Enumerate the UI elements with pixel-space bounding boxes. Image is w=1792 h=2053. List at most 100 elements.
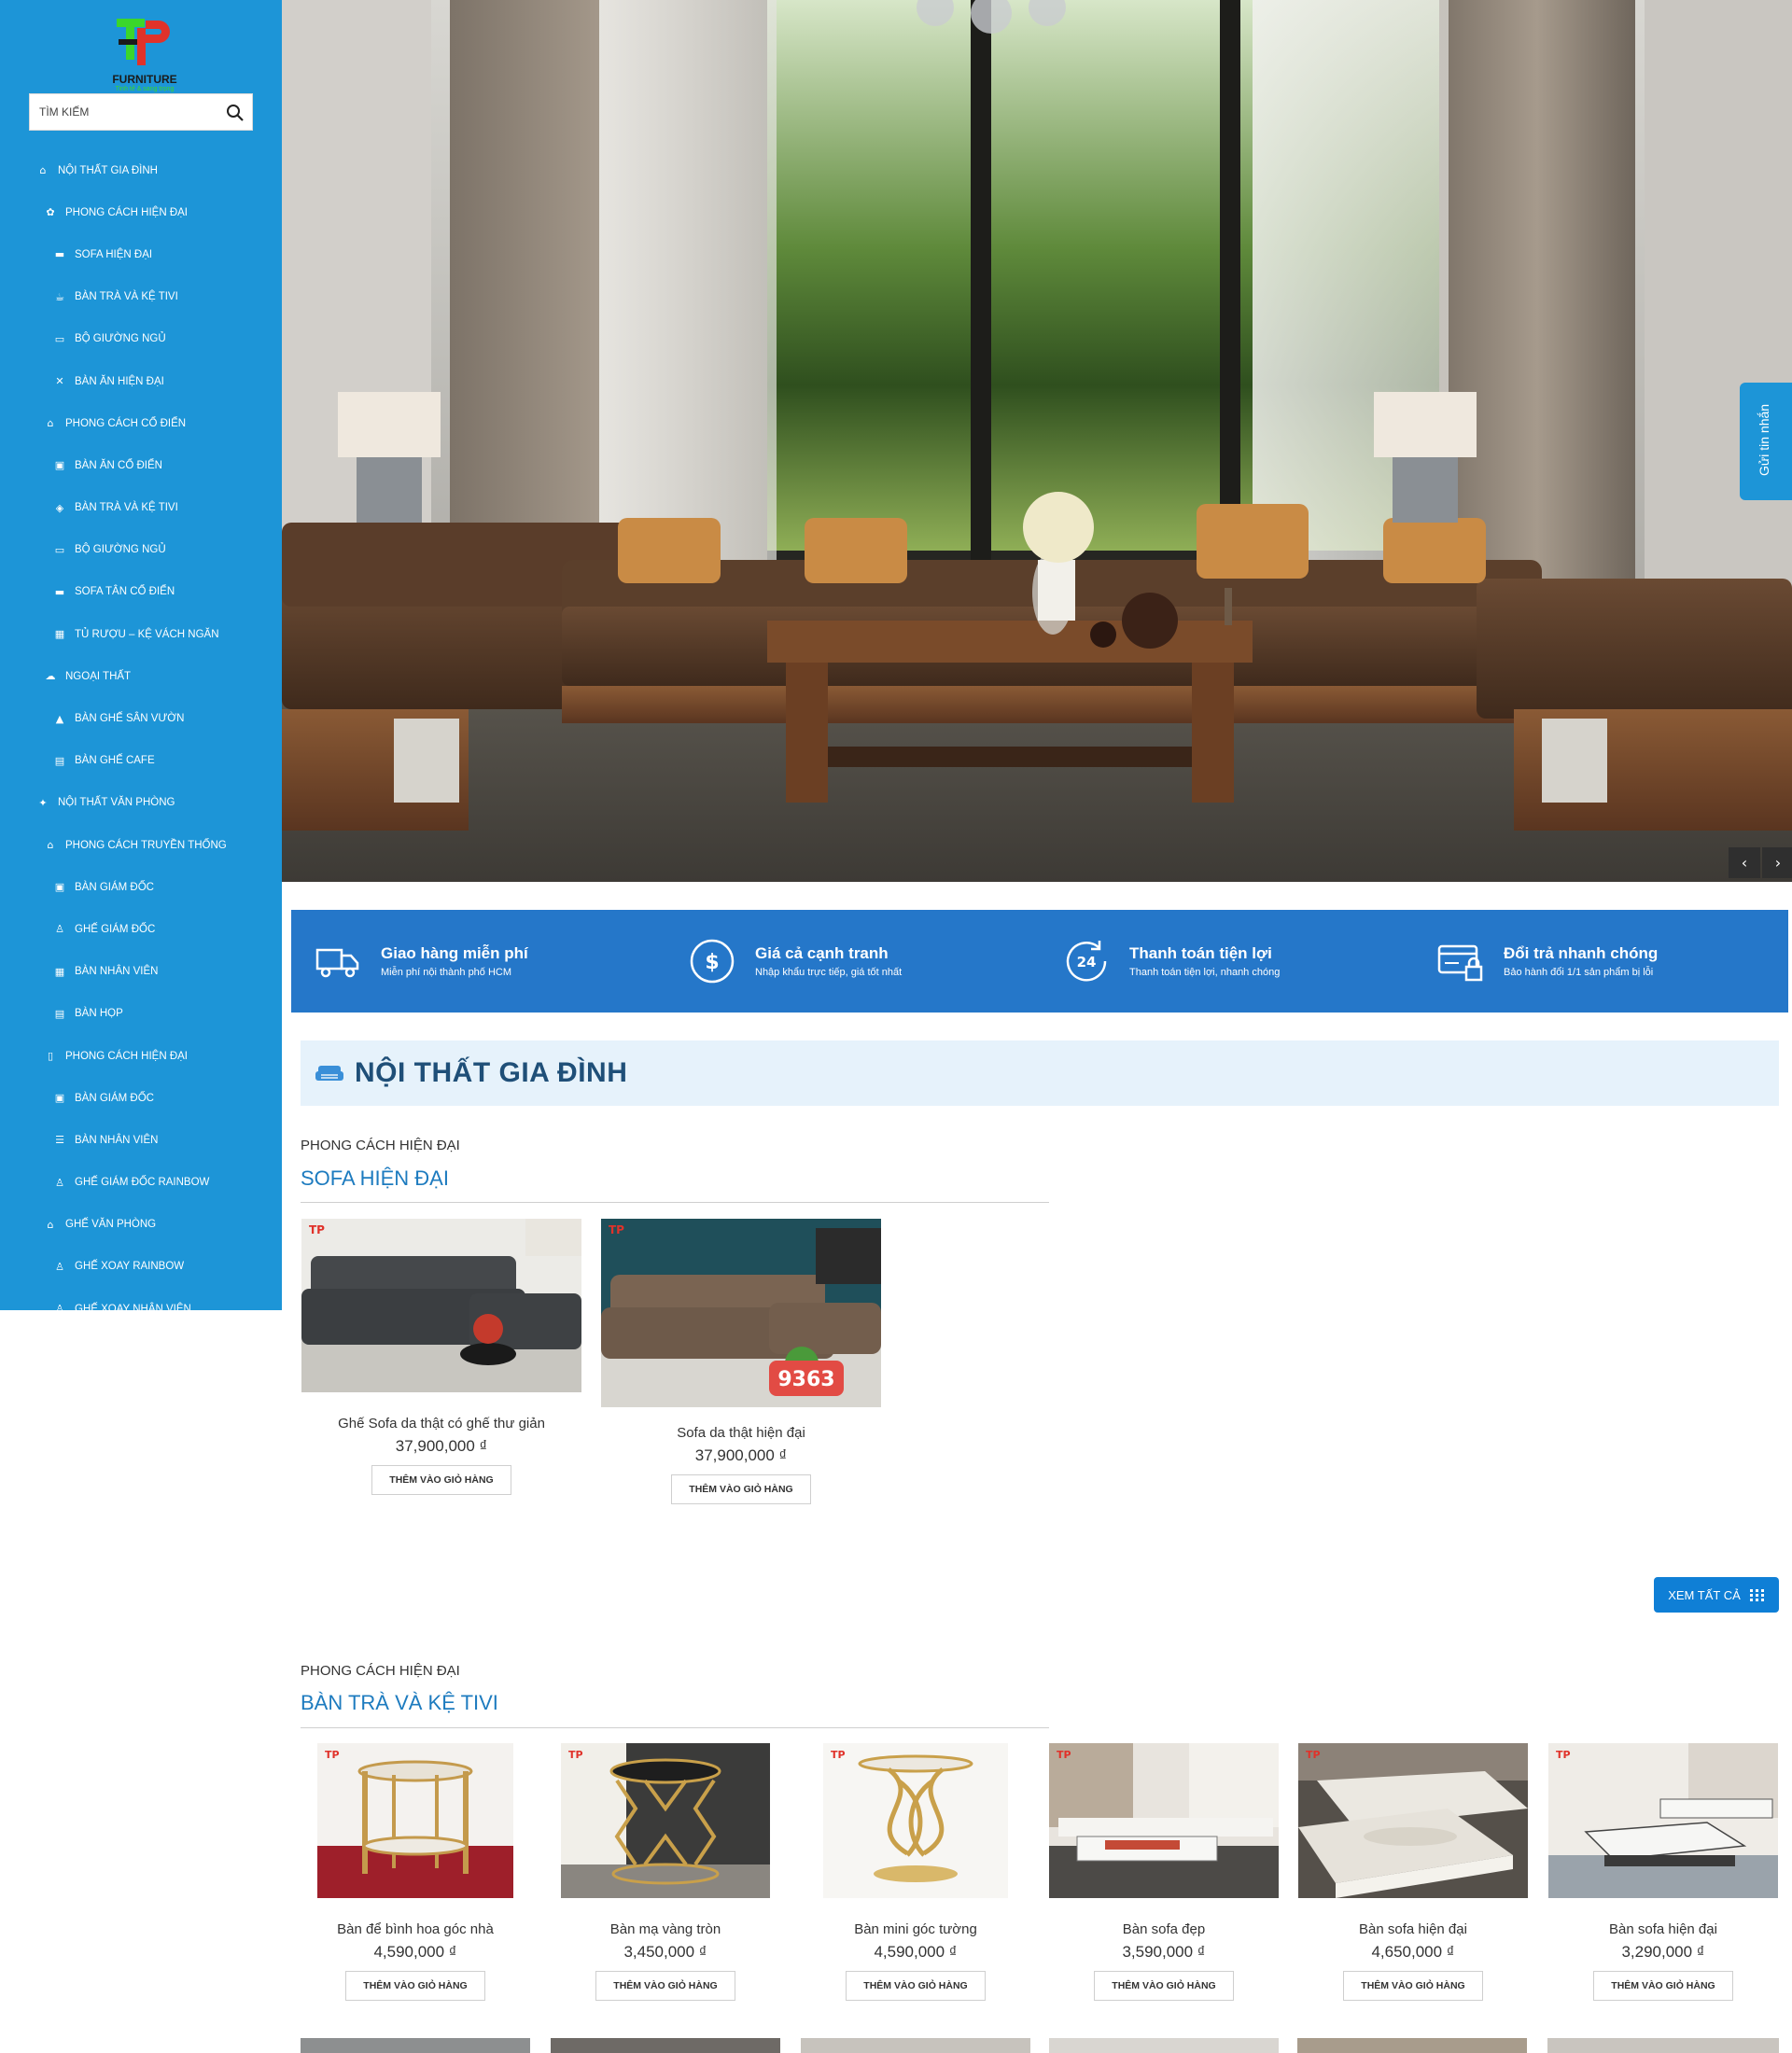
add-to-cart-button[interactable]: Thêm vào giỏ hàng: [846, 1971, 986, 2001]
sidebar-item[interactable]: ⌂ Phong cách cổ điển: [0, 402, 282, 444]
product-price: 3,590,000 ₫: [1122, 1943, 1206, 1961]
sidebar-item-label: Nội thất văn phòng: [58, 797, 175, 809]
product-image[interactable]: 9363 TP: [601, 1219, 881, 1407]
product-image[interactable]: TP: [317, 1743, 513, 1898]
sidebar-item[interactable]: ♙ Ghế xoay rainbow: [0, 1246, 282, 1288]
product-card[interactable]: 9363 TP Sofa da thật hiện đại 37,900,000…: [600, 1219, 882, 1504]
feature-competitive-price: $ Giá cả cạnh tranh Nhập khẩu trực tiếp,…: [665, 910, 1040, 1013]
chat-tab[interactable]: Gửi tin nhắn: [1740, 383, 1792, 500]
sidebar-item[interactable]: ☁ Ngoại thất: [0, 655, 282, 697]
product-image-partial: [1297, 2038, 1527, 2053]
feature-desc: Thanh toán tiện lợi, nhanh chóng: [1129, 967, 1281, 978]
sofa-section-icon: [315, 1066, 343, 1081]
search-box: [29, 93, 253, 131]
product-image[interactable]: TP: [561, 1743, 770, 1898]
sidebar-item[interactable]: ▬ Sofa hiện đại: [0, 233, 282, 275]
sidebar-item[interactable]: ▲ Bàn ghế sân vườn: [0, 697, 282, 739]
sidebar-item[interactable]: ▭ Bộ giường ngủ: [0, 318, 282, 360]
product-price: 3,290,000 ₫: [1621, 1943, 1705, 1961]
add-to-cart-button[interactable]: Thêm vào giỏ hàng: [671, 1474, 811, 1504]
product-name[interactable]: Sofa da thật hiện đại: [600, 1425, 882, 1441]
sidebar-item[interactable]: ▬ Sofa tân cổ điển: [0, 571, 282, 613]
feature-returns: Đổi trả nhanh chóng Bảo hành đổi 1/1 sản…: [1414, 910, 1788, 1013]
sidebar-item[interactable]: ▭ Bộ giường ngủ: [0, 529, 282, 571]
feature-desc: Miễn phí nội thành phố HCM: [381, 967, 512, 978]
sidebar-item[interactable]: ▦ Bàn nhân viên: [0, 951, 282, 993]
feature-title: Thanh toán tiện lợi: [1129, 944, 1272, 962]
product-image[interactable]: TP: [1049, 1743, 1279, 1898]
sidebar-item[interactable]: ☰ Bàn nhân viên: [0, 1119, 282, 1161]
product-name[interactable]: Bàn sofa hiện đại: [1297, 1921, 1529, 1937]
sidebar-item[interactable]: ♙ Ghế giám đốc rainbow: [0, 1162, 282, 1204]
sidebar-item[interactable]: ▯ Phong cách hiện đại: [0, 1035, 282, 1077]
product-card[interactable]: TP Bàn mạ vàng tròn 3,450,000 ₫ Thêm vào…: [551, 1743, 780, 2001]
hero-prev-button[interactable]: ‹: [1729, 847, 1760, 878]
sidebar-item-label: Bộ giường ngủ: [75, 544, 166, 556]
style-icon: ✿: [46, 206, 55, 219]
product-card[interactable]: TP Bàn để bình hoa góc nhà 4,590,000 ₫ T…: [301, 1743, 530, 2001]
sidebar-item[interactable]: ▦ Tủ rượu – kệ vách ngăn: [0, 613, 282, 655]
add-to-cart-button[interactable]: Thêm vào giỏ hàng: [345, 1971, 485, 2001]
sidebar-item[interactable]: ♙ Ghế xoay nhân viên: [0, 1288, 282, 1310]
product-card[interactable]: TP Ghế Sofa da thật có ghế thư giản 37,9…: [301, 1219, 582, 1495]
add-to-cart-button[interactable]: Thêm vào giỏ hàng: [1593, 1971, 1733, 2001]
product-image[interactable]: TP: [301, 1219, 581, 1392]
svg-text:TP: TP: [568, 1749, 583, 1761]
product-name[interactable]: Ghế Sofa da thật có ghế thư giản: [301, 1416, 582, 1432]
category-title[interactable]: Bàn trà và kệ tivi: [301, 1691, 498, 1715]
product-image[interactable]: TP: [1548, 1743, 1778, 1898]
modern-icon: ▯: [47, 1050, 54, 1063]
product-card[interactable]: TP Bàn sofa đẹp 3,590,000 ₫ Thêm vào giỏ…: [1049, 1743, 1279, 2001]
sidebar-item[interactable]: ▣ Bàn ăn cổ điển: [0, 444, 282, 486]
product-card[interactable]: TP Bàn sofa hiện đại 4,650,000 ₫ Thêm và…: [1297, 1743, 1529, 2001]
tea-icon: ☕: [55, 290, 64, 303]
sidebar-item-label: Bàn trà và kệ tivi: [75, 502, 178, 514]
logo[interactable]: FURNITURE Tinh tế & sang trọng: [98, 13, 191, 92]
add-to-cart-button[interactable]: Thêm vào giỏ hàng: [371, 1465, 511, 1495]
search-input[interactable]: [30, 94, 217, 130]
view-all-button[interactable]: Xem tất cả: [1654, 1577, 1779, 1613]
product-price: 37,900,000 ₫: [395, 1437, 488, 1455]
sidebar-item[interactable]: ⌂ Ghế văn phòng: [0, 1204, 282, 1246]
feature-payment: 24 Thanh toán tiện lợi Thanh toán tiện l…: [1040, 910, 1414, 1013]
cube-icon: ◈: [55, 501, 64, 514]
product-image[interactable]: TP: [1298, 1743, 1528, 1898]
swivel-icon: ♙: [55, 1303, 64, 1310]
sidebar-item[interactable]: ▣ Bàn giám đốc: [0, 1077, 282, 1119]
category-subtitle[interactable]: Phong cách hiện đại: [301, 1663, 460, 1679]
garden-icon: ▲: [55, 712, 64, 725]
add-to-cart-button[interactable]: Thêm vào giỏ hàng: [1094, 1971, 1234, 2001]
sidebar-item[interactable]: ▤ Bàn ghế cafe: [0, 740, 282, 782]
sidebar-item-label: Bàn họp: [75, 1008, 123, 1020]
sidebar-item[interactable]: ☕ Bàn trà và kệ tivi: [0, 276, 282, 318]
product-name[interactable]: Bàn mạ vàng tròn: [551, 1921, 780, 1937]
product-name[interactable]: Bàn sofa hiện đại: [1547, 1921, 1779, 1937]
sidebar-item-label: Phong cách hiện đại: [65, 1050, 188, 1062]
sidebar-item[interactable]: ▤ Bàn họp: [0, 993, 282, 1035]
sidebar-item-label: Bộ giường ngủ: [75, 333, 166, 345]
product-image[interactable]: TP: [823, 1743, 1008, 1898]
product-card[interactable]: TP Bàn sofa hiện đại 3,290,000 ₫ Thêm và…: [1547, 1743, 1779, 2001]
sidebar-item[interactable]: ⌂ Phong cách truyền thống: [0, 824, 282, 866]
hero-next-button[interactable]: ›: [1762, 847, 1792, 878]
search-icon[interactable]: [226, 104, 245, 122]
product-name[interactable]: Bàn để bình hoa góc nhà: [301, 1921, 530, 1937]
add-to-cart-button[interactable]: Thêm vào giỏ hàng: [1343, 1971, 1483, 2001]
office-chair-icon: ⌂: [47, 1218, 54, 1231]
sidebar-item[interactable]: ✦ Nội thất văn phòng: [0, 782, 282, 824]
sidebar-item[interactable]: ✕ Bàn ăn hiện đại: [0, 360, 282, 402]
product-name[interactable]: Bàn sofa đẹp: [1049, 1921, 1279, 1937]
sidebar-item[interactable]: ◈ Bàn trà và kệ tivi: [0, 487, 282, 529]
sidebar-item[interactable]: ▣ Bàn giám đốc: [0, 866, 282, 908]
home-icon: ⌂: [39, 164, 47, 177]
sidebar-item[interactable]: ✿ Phong cách hiện đại: [0, 191, 282, 233]
add-to-cart-button[interactable]: Thêm vào giỏ hàng: [595, 1971, 735, 2001]
sidebar-item-label: Phong cách hiện đại: [65, 206, 188, 218]
sidebar-item-label: Bàn ăn cổ điển: [75, 459, 162, 471]
product-name[interactable]: Bàn mini góc tường: [801, 1921, 1030, 1937]
sidebar-item[interactable]: ⌂ Nội thất gia đình: [0, 149, 282, 191]
category-title[interactable]: Sofa hiện đại: [301, 1166, 449, 1191]
sidebar-item[interactable]: ♙ Ghế giám đốc: [0, 908, 282, 950]
product-card[interactable]: TP Bàn mini góc tường 4,590,000 ₫ Thêm v…: [801, 1743, 1030, 2001]
category-subtitle[interactable]: Phong cách hiện đại: [301, 1138, 460, 1153]
